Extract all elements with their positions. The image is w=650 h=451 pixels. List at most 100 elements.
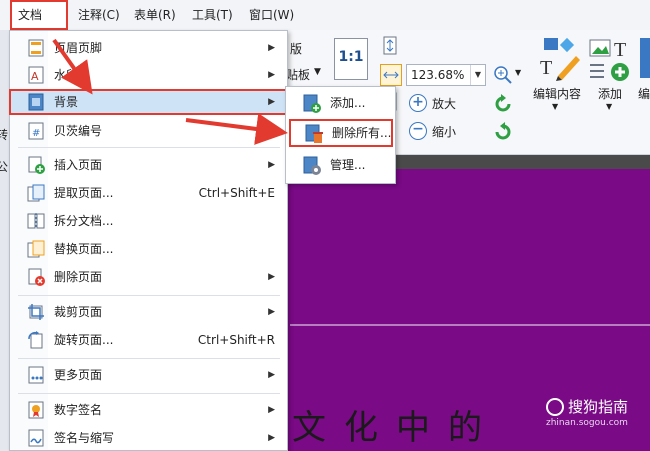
rotate-right-icon[interactable] — [492, 121, 514, 143]
chevron-down-icon[interactable]: ▼ — [314, 67, 321, 77]
zoom-out-icon[interactable]: − — [409, 122, 427, 140]
chevron-down-icon[interactable]: ▼ — [515, 68, 521, 77]
digital-signature-icon — [27, 401, 45, 419]
clipboard-partial-label: 贴板 — [286, 68, 311, 82]
menu-item-label: 插入页面 — [54, 158, 103, 172]
menu-item-label: 拆分文档... — [54, 214, 114, 228]
zoom-in-button[interactable]: 放大 — [432, 95, 456, 112]
submenu-arrow-icon: ▶ — [268, 43, 275, 53]
left-partial-label: 公 — [0, 160, 9, 174]
menu-separator — [18, 358, 280, 359]
add-content-icon[interactable]: T — [588, 36, 634, 82]
header-footer-icon — [27, 39, 45, 57]
fit-page-icon[interactable] — [382, 36, 398, 56]
sogou-logo-icon — [546, 398, 564, 416]
zoom-select[interactable]: 123.68% ▼ — [406, 64, 486, 86]
submenu-arrow-icon: ▶ — [268, 160, 275, 170]
submenu-arrow-icon: ▶ — [268, 126, 275, 136]
menu-separator — [18, 393, 280, 394]
menu-item-label: 裁剪页面 — [54, 305, 103, 319]
menu-item-background[interactable]: 背景 ▶ — [9, 89, 288, 115]
svg-text:T: T — [540, 57, 552, 79]
background-submenu: 添加... 删除所有... 管理... — [285, 86, 396, 184]
insert-page-icon — [27, 156, 45, 174]
menu-item-label: 更多页面 — [54, 368, 103, 382]
submenu-item-delete-all[interactable]: 删除所有... — [289, 119, 393, 147]
menu-item-crop-page[interactable]: 裁剪页面 ▶ — [10, 299, 287, 325]
extract-page-icon — [27, 184, 45, 202]
submenu-arrow-icon: ▶ — [268, 272, 275, 282]
menu-item-more-pages[interactable]: 更多页面 ▶ — [10, 362, 287, 388]
submenu-arrow-icon: ▶ — [268, 70, 275, 80]
menu-item-header-footer[interactable]: 页眉页脚 ▶ — [10, 35, 287, 61]
signature-pen-icon — [27, 429, 45, 447]
watermark-url: zhinan.sogou.com — [546, 418, 628, 428]
document-menu-dropdown: 页眉页脚 ▶ A 水印 ▶ 背景 ▶ # 贝茨编号 ▶ 插入页面 ▶ 提取页面.… — [9, 30, 288, 451]
menu-item-label: 旋转页面... — [54, 333, 114, 347]
menu-item-bates-numbering[interactable]: # 贝茨编号 ▶ — [10, 118, 287, 144]
submenu-item-label: 管理... — [330, 158, 366, 172]
submenu-item-manage[interactable]: 管理... — [286, 151, 395, 179]
bates-number-icon: # — [27, 122, 45, 140]
menu-item-replace-page[interactable]: 替换页面... — [10, 236, 287, 262]
submenu-item-add[interactable]: 添加... — [286, 89, 395, 117]
svg-text:A: A — [31, 70, 39, 83]
rotate-page-icon — [27, 331, 45, 349]
fit-width-icon[interactable] — [380, 64, 402, 86]
menu-item-shortcut: Ctrl+Shift+R — [197, 333, 275, 347]
zoom-value: 123.68% — [411, 68, 465, 82]
submenu-arrow-icon: ▶ — [268, 370, 275, 380]
submenu-item-label: 删除所有... — [332, 126, 392, 140]
menu-item-digital-signature[interactable]: 数字签名 ▶ — [10, 397, 287, 423]
menu-item-insert-page[interactable]: 插入页面 ▶ — [10, 152, 287, 178]
menu-tools[interactable]: 工具(T) — [186, 0, 239, 30]
menu-item-extract-page[interactable]: 提取页面... Ctrl+Shift+E — [10, 180, 287, 206]
submenu-arrow-icon: ▶ — [268, 97, 275, 107]
menu-item-rotate-page[interactable]: 旋转页面... Ctrl+Shift+R — [10, 327, 287, 353]
watermark-icon: A — [27, 66, 45, 84]
menu-item-label: 贝茨编号 — [54, 124, 103, 138]
menu-comment[interactable]: 注释(C) — [72, 0, 126, 30]
replace-page-icon — [27, 240, 45, 258]
ribbon-partial-label: 版 — [290, 42, 303, 56]
edit-partial-icon[interactable] — [640, 38, 650, 78]
split-document-icon — [27, 212, 45, 230]
edit-partial-label[interactable]: 编 — [638, 85, 650, 102]
menu-item-watermark[interactable]: A 水印 ▶ — [10, 62, 287, 88]
menu-item-shortcut: Ctrl+Shift+E — [198, 186, 275, 200]
menu-separator — [18, 295, 280, 296]
chevron-down-icon[interactable]: ▼ — [552, 102, 558, 111]
menu-item-label: 数字签名 — [54, 403, 103, 417]
menu-item-split-document[interactable]: 拆分文档... — [10, 208, 287, 234]
document-divider-line — [290, 324, 650, 326]
menu-separator — [18, 147, 280, 148]
menu-item-delete-page[interactable]: 删除页面 ▶ — [10, 264, 287, 290]
zoom-out-button[interactable]: 缩小 — [432, 123, 456, 140]
edit-content-button[interactable]: 编辑内容 — [533, 85, 581, 102]
zoom-in-icon[interactable]: + — [409, 94, 427, 112]
rotate-left-icon[interactable] — [492, 93, 514, 115]
submenu-item-label: 添加... — [330, 96, 366, 110]
left-partial-label: 转 — [0, 128, 9, 142]
manage-background-icon — [302, 156, 322, 176]
menu-form[interactable]: 表单(R) — [128, 0, 182, 30]
submenu-arrow-icon: ▶ — [268, 405, 275, 415]
menu-window[interactable]: 窗口(W) — [243, 0, 300, 30]
actual-size-icon: 1:1 — [338, 49, 364, 65]
delete-page-icon — [27, 268, 45, 286]
add-button[interactable]: 添加 — [598, 85, 622, 102]
watermark-brand: 搜狗指南 — [568, 398, 629, 416]
menu-item-label: 签名与缩写 — [54, 431, 115, 445]
more-pages-icon — [27, 366, 45, 384]
chevron-down-icon[interactable]: ▼ — [606, 102, 612, 111]
chevron-down-icon[interactable]: ▼ — [470, 65, 485, 85]
menu-item-label: 删除页面 — [54, 270, 103, 284]
menu-item-sign-initials[interactable]: 签名与缩写 ▶ — [10, 425, 287, 451]
actual-size-button[interactable]: 1:1 — [334, 38, 368, 80]
background-icon — [27, 93, 45, 111]
zoom-magnifier-icon[interactable] — [492, 64, 514, 86]
svg-text:T: T — [614, 39, 626, 61]
edit-content-icon[interactable]: T — [536, 36, 582, 82]
menu-document[interactable]: 文档(D) — [10, 0, 68, 48]
menu-item-label: 背景 — [54, 95, 79, 109]
